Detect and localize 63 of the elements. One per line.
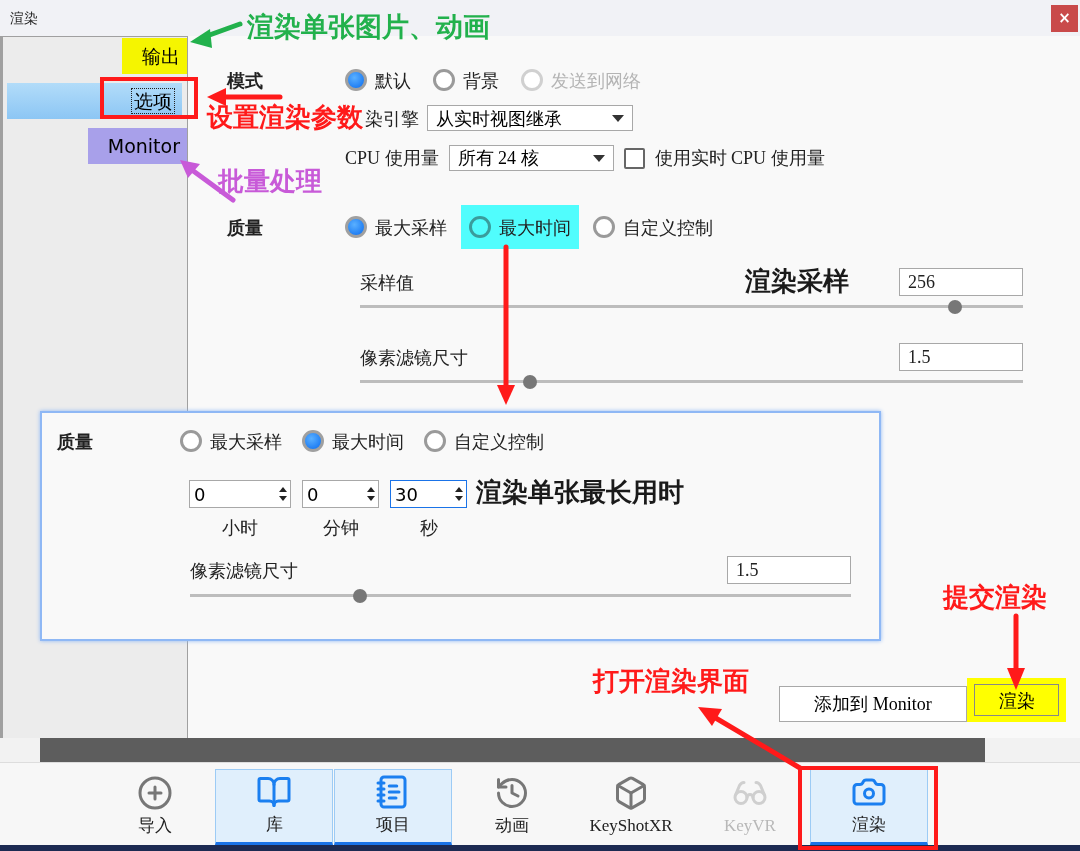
annotation-text: 提交渲染: [943, 584, 1047, 610]
toolbar-button[interactable]: 渲染: [810, 769, 928, 845]
number-field[interactable]: 256: [899, 268, 1023, 296]
unit-label: 秒: [419, 516, 438, 540]
number-field[interactable]: 1.5: [899, 343, 1023, 371]
unit-label: 小时: [222, 516, 258, 540]
cube-icon: [613, 775, 649, 812]
dropdown[interactable]: 所有 24 核: [448, 145, 614, 171]
spinner-arrows-icon[interactable]: [367, 487, 375, 501]
window-title: 渲染: [10, 8, 38, 28]
radio-option[interactable]: 背景: [425, 58, 507, 102]
annotation-text: 打开渲染界面: [593, 668, 749, 694]
field-label: 像素滤镜尺寸: [190, 558, 298, 583]
slider-thumb[interactable]: [947, 300, 962, 314]
toolbar-button[interactable]: 动画: [453, 769, 571, 845]
annotation-text: 渲染单张图片、动画: [247, 13, 490, 40]
field-label: 染引擎: [365, 106, 419, 131]
caret-icon: [592, 154, 605, 162]
render-button[interactable]: 渲染: [967, 678, 1066, 722]
radio-option[interactable]: 最大时间: [294, 419, 412, 463]
add-to-monitor-button[interactable]: 添加到 Monitor: [779, 686, 967, 722]
slider-track[interactable]: [190, 589, 851, 601]
spinner-arrows-icon[interactable]: [279, 487, 287, 501]
section-label: 质量: [57, 429, 94, 454]
toolbar-button[interactable]: 项目: [334, 769, 452, 845]
spin-box[interactable]: 0: [302, 480, 379, 508]
field-label: CPU 使用量: [345, 146, 439, 170]
annotation-text: 渲染单张最长用时: [476, 479, 684, 505]
sidebar-item[interactable]: 输出: [122, 38, 187, 74]
sidebar-item[interactable]: Monitor: [87, 128, 187, 164]
arrow: [190, 21, 243, 48]
number-field[interactable]: 1.5: [727, 556, 851, 584]
checkbox-label: 使用实时 CPU 使用量: [654, 146, 825, 170]
toolbar-button[interactable]: KeyShotXR: [572, 769, 690, 845]
slider-track[interactable]: [360, 375, 1023, 387]
close-button[interactable]: ×: [1051, 4, 1078, 32]
slider-thumb[interactable]: [523, 375, 538, 389]
field-label: 像素滤镜尺寸: [360, 345, 468, 370]
sidebar-item[interactable]: 选项: [7, 83, 182, 119]
slider-thumb[interactable]: [352, 589, 367, 603]
field-label: 采样值: [360, 270, 414, 295]
annotation-text: 设置渲染参数: [207, 104, 363, 130]
spin-box[interactable]: 0: [189, 480, 291, 508]
checkbox[interactable]: [623, 147, 645, 169]
radio-option[interactable]: 自定义控制: [585, 205, 721, 249]
radio-option[interactable]: 最大时间: [461, 205, 579, 249]
caret-icon: [612, 114, 624, 122]
radio-option[interactable]: 最大采样: [337, 205, 455, 249]
radio-option[interactable]: 自定义控制: [416, 419, 552, 463]
radio-option[interactable]: 默认: [337, 58, 419, 102]
annotation-text: 渲染采样: [745, 268, 849, 294]
import-icon: [137, 775, 173, 812]
unit-label: 分钟: [322, 516, 359, 540]
toolbar-button[interactable]: 导入: [96, 769, 214, 845]
annotation-text: 批量处理: [218, 168, 322, 194]
spinner-arrows-icon[interactable]: [455, 487, 463, 501]
section-label: 质量: [227, 215, 264, 240]
dropdown[interactable]: 从实时视图继承: [427, 105, 633, 131]
toolbar-button[interactable]: 库: [215, 769, 333, 845]
spin-box[interactable]: 30: [390, 480, 467, 508]
slider-track[interactable]: [360, 300, 1023, 312]
radio-option[interactable]: 最大采样: [172, 419, 290, 463]
section-label: 模式: [227, 68, 264, 93]
